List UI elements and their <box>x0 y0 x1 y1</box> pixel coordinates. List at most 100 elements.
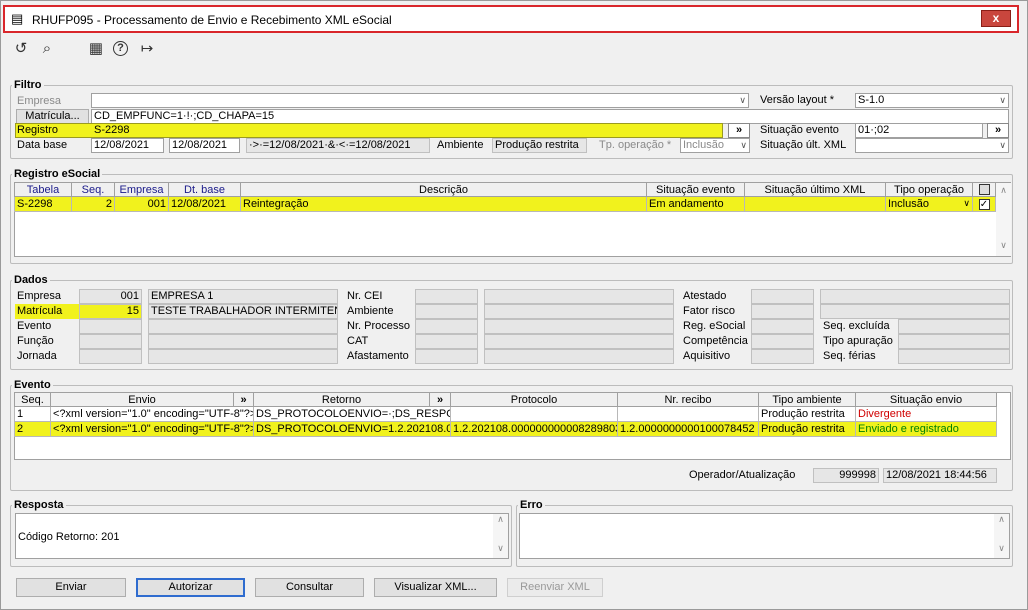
nrprocesso-code <box>415 319 478 334</box>
nrcei-value <box>484 289 674 304</box>
resposta-scrollbar[interactable]: ∧ ∨ <box>493 514 508 558</box>
refresh-icon[interactable]: ↺ <box>12 40 30 58</box>
col-protocolo[interactable]: Protocolo <box>450 392 618 407</box>
atualizacao-value: 12/08/2021 18:44:56 <box>883 468 997 483</box>
fator-risco-value <box>820 304 1010 319</box>
fator-risco-code <box>751 304 814 319</box>
erro-scrollbar[interactable]: ∧ ∨ <box>994 514 1009 558</box>
erro-text-area[interactable] <box>519 513 1010 559</box>
chevron-down-icon[interactable]: ∨ <box>493 543 508 554</box>
reg-esocial-value <box>751 319 814 334</box>
enviar-button[interactable]: Enviar <box>16 578 126 597</box>
col-descricao[interactable]: Descrição <box>240 182 647 197</box>
data-base-end[interactable]: 12/08/2021 <box>169 138 240 153</box>
resposta-text-area[interactable]: Código Retorno: 201 <box>15 513 509 559</box>
col-retorno[interactable]: Retorno <box>253 392 430 407</box>
search-icon[interactable]: ⌕ <box>38 40 56 58</box>
registro-input[interactable]: S-2298 <box>94 124 129 136</box>
col-nr-recibo[interactable]: Nr. recibo <box>617 392 759 407</box>
aquisitivo-value <box>751 349 814 364</box>
col-situacao-evento[interactable]: Situação evento <box>646 182 745 197</box>
calendar-icon[interactable]: ▦ <box>87 40 105 58</box>
col-envio[interactable]: Envio <box>50 392 234 407</box>
col-tabela[interactable]: Tabela <box>14 182 72 197</box>
checkbox-icon[interactable]: ✓ <box>978 198 990 210</box>
help-icon[interactable]: ? <box>113 41 128 56</box>
registro-legend: Registro eSocial <box>14 168 101 180</box>
exit-icon[interactable]: ↦ <box>138 40 156 58</box>
matricula-expression[interactable]: CD_EMPFUNC=1·!·;CD_CHAPA=15 <box>91 109 1009 124</box>
cat-code <box>415 334 478 349</box>
checkbox-icon[interactable] <box>978 184 990 196</box>
versao-select[interactable]: S-1.0 ∨ <box>855 93 1009 108</box>
window-title: RHUFP095 - Processamento de Envio e Rece… <box>32 13 392 27</box>
chevron-down-icon[interactable]: ∨ <box>994 543 1009 554</box>
dados-legend: Dados <box>14 274 48 286</box>
col-tipo-operacao[interactable]: Tipo operação <box>885 182 973 197</box>
consultar-button[interactable]: Consultar <box>255 578 364 597</box>
autorizar-button[interactable]: Autorizar <box>136 578 245 597</box>
data-base-start[interactable]: 12/08/2021 <box>91 138 164 153</box>
aquisitivo-label: Aquisitivo <box>683 350 731 362</box>
evento-label: Evento <box>17 320 52 332</box>
table-row[interactable]: 2 <?xml version="1.0" encoding="UTF-8"?>… <box>14 421 997 437</box>
data-base-label: Data base <box>17 139 68 151</box>
registro-scrollbar[interactable]: ∧ ∨ <box>996 183 1011 256</box>
ambiente-name <box>484 304 674 319</box>
col-dt-base[interactable]: Dt. base <box>168 182 241 197</box>
operador-label: Operador/Atualização <box>689 469 796 481</box>
cell-seq: 2 <box>14 421 51 437</box>
dados-matricula-name: TESTE TRABALHADOR INTERMITENTE <box>148 304 338 319</box>
competencia-value <box>751 334 814 349</box>
evento-code <box>79 319 142 334</box>
cat-label: CAT <box>347 335 369 347</box>
retorno-expand-button[interactable]: » <box>429 392 451 407</box>
col-tipo-ambiente[interactable]: Tipo ambiente <box>758 392 856 407</box>
situacao-xml-select[interactable]: ∨ <box>855 138 1009 153</box>
seq-excluida-value <box>898 319 1010 334</box>
seq-ferias-label: Seq. férias <box>823 350 876 362</box>
chevron-down-icon[interactable]: ∨ <box>996 240 1011 251</box>
col-select-all[interactable] <box>972 182 996 197</box>
tipo-apuracao-label: Tipo apuração <box>823 335 893 347</box>
col-empresa[interactable]: Empresa <box>114 182 169 197</box>
evento-grid: Seq. Envio » Retorno » Protocolo Nr. rec… <box>14 392 997 437</box>
matricula-button[interactable]: Matrícula... <box>16 109 89 124</box>
table-row[interactable]: 1 <?xml version="1.0" encoding="UTF-8"?>… <box>14 406 997 422</box>
dados-ambiente-label: Ambiente <box>347 305 394 317</box>
dados-matricula-label: Matrícula <box>17 305 63 317</box>
cell-situacao: Em andamento <box>646 196 745 212</box>
seq-excluida-label: Seq. excluída <box>823 320 890 332</box>
afastamento-code <box>415 349 478 364</box>
cell-envio: <?xml version="1.0" encoding="UTF-8"?>· <box>50 421 254 437</box>
dados-empresa-name: EMPRESA 1 <box>148 289 338 304</box>
cell-check[interactable]: ✓ <box>972 196 996 212</box>
cell-tipo-operacao[interactable]: Inclusão ∨ <box>885 196 973 212</box>
chevron-up-icon[interactable]: ∧ <box>996 185 1011 196</box>
col-seq[interactable]: Seq. <box>71 182 115 197</box>
col-seq[interactable]: Seq. <box>14 392 51 407</box>
table-row[interactable]: S-2298 2 001 12/08/2021 Reintegração Em … <box>14 196 996 212</box>
title-bar: ▤ RHUFP095 - Processamento de Envio e Re… <box>3 5 1019 33</box>
col-situacao-envio[interactable]: Situação envio <box>855 392 997 407</box>
close-button[interactable]: x <box>981 10 1011 27</box>
cell-dt-base: 12/08/2021 <box>168 196 241 212</box>
filtro-legend: Filtro <box>14 79 42 91</box>
registro-lookup-button[interactable]: » <box>728 123 750 138</box>
chevron-up-icon[interactable]: ∧ <box>994 514 1009 525</box>
chevron-up-icon[interactable]: ∧ <box>493 514 508 525</box>
empresa-select[interactable]: ∨ <box>91 93 749 108</box>
cell-ult-xml <box>744 196 886 212</box>
tp-operacao-select[interactable]: Inclusão ∨ <box>680 138 750 153</box>
atestado-label: Atestado <box>683 290 727 302</box>
tp-operacao-value: Inclusão <box>683 139 724 151</box>
situacao-evento-input[interactable]: 01·;02 <box>855 123 983 138</box>
reenviar-xml-button[interactable]: Reenviar XML <box>507 578 603 597</box>
versao-label: Versão layout * <box>760 94 834 106</box>
col-situacao-ultimo-xml[interactable]: Situação último XML <box>744 182 886 197</box>
visualizar-xml-button[interactable]: Visualizar XML... <box>374 578 497 597</box>
ambiente-value: Produção restrita <box>492 138 587 153</box>
envio-expand-button[interactable]: » <box>233 392 254 407</box>
situacao-lookup-button[interactable]: » <box>987 123 1009 138</box>
dados-matricula-code: 15 <box>79 304 142 319</box>
